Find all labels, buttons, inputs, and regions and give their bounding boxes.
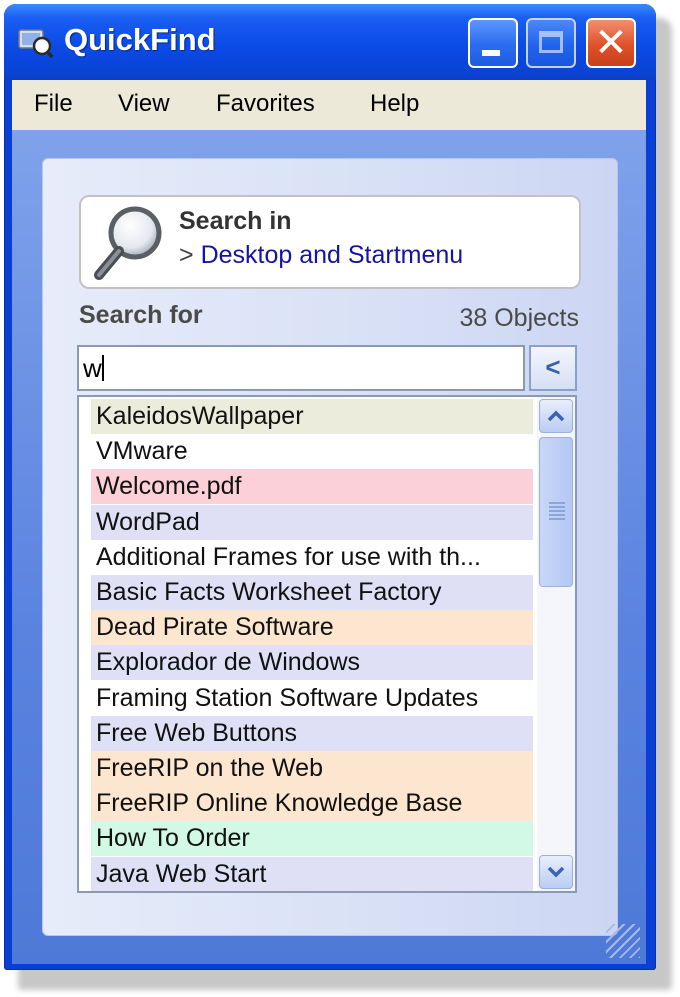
maximize-button[interactable] [526,18,576,68]
main-panel: Search in > Desktop and Startmenu Search… [42,158,618,936]
menu-file[interactable]: File [34,90,73,118]
search-in-box[interactable]: Search in > Desktop and Startmenu [79,195,581,289]
list-item[interactable]: WordPad [91,504,533,540]
scrollbar[interactable] [537,397,575,891]
list-item[interactable]: Java Web Start [91,856,533,891]
list-item[interactable]: Framing Station Software Updates [91,680,533,716]
menu-favorites[interactable]: Favorites [216,90,315,118]
minimize-icon [482,50,500,56]
list-item[interactable]: Free Web Buttons [91,715,533,751]
search-input-value: w [83,353,102,383]
results-list[interactable]: KaleidosWallpaper VMware Welcome.pdf WordPa… [77,395,577,893]
close-button[interactable]: ✕ [586,18,636,68]
close-icon: ✕ [594,21,628,65]
location-link[interactable]: Desktop and Startmenu [201,241,464,269]
list-item[interactable]: Basic Facts Worksheet Factory [91,575,533,610]
maximize-icon [539,31,563,53]
list-item[interactable]: FreeRIP on the Web [91,751,533,786]
list-item[interactable]: FreeRIP Online Knowledge Base [91,786,533,822]
list-item[interactable]: KaleidosWallpaper [91,399,533,434]
app-icon [18,29,54,58]
location-prefix: > [179,241,194,269]
resize-grip[interactable] [606,924,640,958]
search-for-label: Search for [79,301,203,329]
menu-help[interactable]: Help [370,90,419,118]
object-count: 38 Objects [459,304,579,332]
scroll-thumb[interactable] [539,437,573,587]
window-title: QuickFind [64,22,216,57]
list-item[interactable]: How To Order [91,821,533,857]
quickfind-window: QuickFind ✕ File View Favorites Help Sea… [4,4,656,970]
menu-view[interactable]: View [118,90,170,118]
list-item[interactable]: Dead Pirate Software [91,610,533,646]
menu-bar: File View Favorites Help [12,80,646,130]
chevron-up-icon [547,410,565,422]
backspace-button[interactable]: < [529,345,577,391]
list-item[interactable]: VMware [91,434,533,470]
search-in-title: Search in [179,207,292,235]
list-item[interactable]: Welcome.pdf [91,469,533,505]
client-area: Search in > Desktop and Startmenu Search… [12,130,646,964]
title-bar[interactable]: QuickFind ✕ [4,4,656,80]
minimize-button[interactable] [468,18,518,68]
magnifier-icon [94,206,162,280]
scroll-up-button[interactable] [539,399,573,433]
list-item[interactable]: Explorador de Windows [91,645,533,681]
chevron-down-icon [547,866,565,878]
grip-icon [549,502,565,520]
scroll-down-button[interactable] [539,855,573,889]
search-input[interactable]: w [77,345,525,391]
text-caret [101,355,104,381]
list-item[interactable]: Additional Frames for use with th... [91,539,533,575]
search-location[interactable]: > Desktop and Startmenu [179,241,463,270]
